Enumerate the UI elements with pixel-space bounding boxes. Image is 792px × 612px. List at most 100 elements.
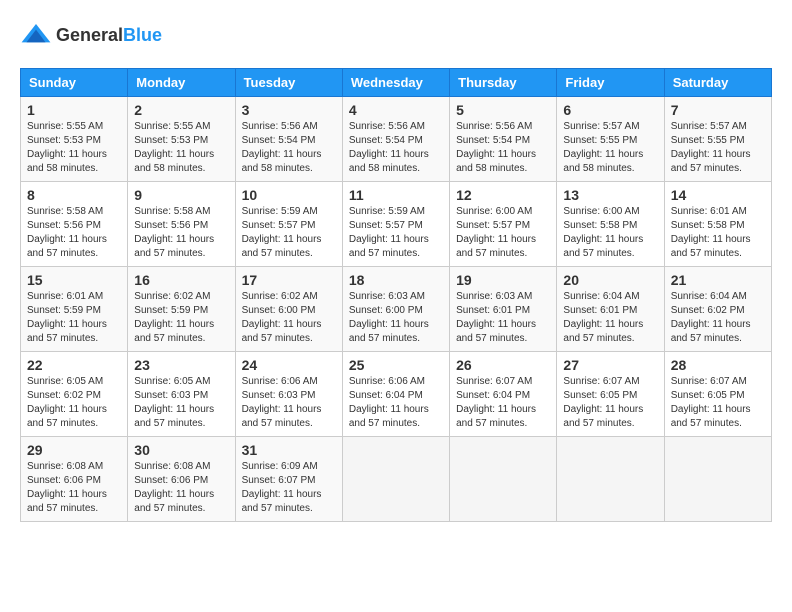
sunrise-label: Sunrise: 5:55 AM	[134, 121, 210, 132]
calendar-day-cell: 25 Sunrise: 6:06 AM Sunset: 6:04 PM Dayl…	[342, 352, 449, 437]
day-number: 21	[671, 272, 765, 288]
sunrise-label: Sunrise: 6:01 AM	[27, 291, 103, 302]
sunrise-label: Sunrise: 6:02 AM	[134, 291, 210, 302]
sunset-label: Sunset: 6:05 PM	[563, 390, 637, 401]
sunset-label: Sunset: 6:01 PM	[456, 305, 530, 316]
calendar-day-cell: 29 Sunrise: 6:08 AM Sunset: 6:06 PM Dayl…	[21, 437, 128, 522]
day-of-week-header: Thursday	[450, 69, 557, 97]
daylight-label: Daylight: 11 hours	[349, 404, 429, 415]
calendar-day-cell: 26 Sunrise: 6:07 AM Sunset: 6:04 PM Dayl…	[450, 352, 557, 437]
calendar-week-row: 29 Sunrise: 6:08 AM Sunset: 6:06 PM Dayl…	[21, 437, 772, 522]
calendar-day-cell: 21 Sunrise: 6:04 AM Sunset: 6:02 PM Dayl…	[664, 267, 771, 352]
calendar-day-cell: 10 Sunrise: 5:59 AM Sunset: 5:57 PM Dayl…	[235, 182, 342, 267]
daylight-label: Daylight: 11 hours	[456, 319, 536, 330]
day-number: 5	[456, 102, 550, 118]
day-info: Sunrise: 6:06 AM Sunset: 6:03 PM Dayligh…	[242, 375, 336, 431]
sunrise-label: Sunrise: 5:57 AM	[671, 121, 747, 132]
daylight-minutes: and 58 minutes.	[242, 163, 313, 174]
daylight-minutes: and 57 minutes.	[563, 418, 634, 429]
day-number: 10	[242, 187, 336, 203]
daylight-minutes: and 57 minutes.	[27, 503, 98, 514]
daylight-label: Daylight: 11 hours	[134, 489, 214, 500]
sunrise-label: Sunrise: 6:04 AM	[671, 291, 747, 302]
calendar-header-row: SundayMondayTuesdayWednesdayThursdayFrid…	[21, 69, 772, 97]
day-info: Sunrise: 6:03 AM Sunset: 6:00 PM Dayligh…	[349, 290, 443, 346]
calendar-day-cell: 24 Sunrise: 6:06 AM Sunset: 6:03 PM Dayl…	[235, 352, 342, 437]
daylight-minutes: and 57 minutes.	[671, 163, 742, 174]
sunset-label: Sunset: 5:53 PM	[27, 135, 101, 146]
day-of-week-header: Monday	[128, 69, 235, 97]
sunset-label: Sunset: 6:00 PM	[242, 305, 316, 316]
sunset-label: Sunset: 6:07 PM	[242, 475, 316, 486]
logo-text: GeneralBlue	[56, 26, 162, 46]
day-info: Sunrise: 6:07 AM Sunset: 6:05 PM Dayligh…	[671, 375, 765, 431]
day-number: 6	[563, 102, 657, 118]
calendar-day-cell: 2 Sunrise: 5:55 AM Sunset: 5:53 PM Dayli…	[128, 97, 235, 182]
sunrise-label: Sunrise: 6:05 AM	[27, 376, 103, 387]
sunset-label: Sunset: 5:58 PM	[671, 220, 745, 231]
daylight-minutes: and 57 minutes.	[242, 503, 313, 514]
sunrise-label: Sunrise: 5:59 AM	[242, 206, 318, 217]
daylight-minutes: and 57 minutes.	[27, 418, 98, 429]
daylight-label: Daylight: 11 hours	[671, 319, 751, 330]
daylight-minutes: and 57 minutes.	[134, 248, 205, 259]
sunrise-label: Sunrise: 6:08 AM	[27, 461, 103, 472]
daylight-minutes: and 57 minutes.	[242, 418, 313, 429]
day-of-week-header: Tuesday	[235, 69, 342, 97]
daylight-label: Daylight: 11 hours	[563, 404, 643, 415]
daylight-minutes: and 57 minutes.	[27, 248, 98, 259]
day-info: Sunrise: 5:56 AM Sunset: 5:54 PM Dayligh…	[456, 120, 550, 176]
day-number: 22	[27, 357, 121, 373]
day-info: Sunrise: 6:04 AM Sunset: 6:02 PM Dayligh…	[671, 290, 765, 346]
calendar-day-cell: 5 Sunrise: 5:56 AM Sunset: 5:54 PM Dayli…	[450, 97, 557, 182]
daylight-label: Daylight: 11 hours	[671, 404, 751, 415]
calendar-day-cell: 3 Sunrise: 5:56 AM Sunset: 5:54 PM Dayli…	[235, 97, 342, 182]
calendar-day-cell: 4 Sunrise: 5:56 AM Sunset: 5:54 PM Dayli…	[342, 97, 449, 182]
day-info: Sunrise: 6:05 AM Sunset: 6:02 PM Dayligh…	[27, 375, 121, 431]
sunset-label: Sunset: 5:56 PM	[27, 220, 101, 231]
day-info: Sunrise: 5:55 AM Sunset: 5:53 PM Dayligh…	[134, 120, 228, 176]
daylight-label: Daylight: 11 hours	[349, 149, 429, 160]
calendar-day-cell: 11 Sunrise: 5:59 AM Sunset: 5:57 PM Dayl…	[342, 182, 449, 267]
sunset-label: Sunset: 5:55 PM	[671, 135, 745, 146]
sunrise-label: Sunrise: 6:08 AM	[134, 461, 210, 472]
day-info: Sunrise: 5:56 AM Sunset: 5:54 PM Dayligh…	[349, 120, 443, 176]
day-info: Sunrise: 5:58 AM Sunset: 5:56 PM Dayligh…	[134, 205, 228, 261]
calendar-day-cell: 6 Sunrise: 5:57 AM Sunset: 5:55 PM Dayli…	[557, 97, 664, 182]
sunset-label: Sunset: 6:01 PM	[563, 305, 637, 316]
calendar-day-cell: 17 Sunrise: 6:02 AM Sunset: 6:00 PM Dayl…	[235, 267, 342, 352]
sunrise-label: Sunrise: 6:06 AM	[242, 376, 318, 387]
calendar-day-cell: 31 Sunrise: 6:09 AM Sunset: 6:07 PM Dayl…	[235, 437, 342, 522]
sunset-label: Sunset: 6:06 PM	[134, 475, 208, 486]
daylight-label: Daylight: 11 hours	[563, 319, 643, 330]
daylight-minutes: and 57 minutes.	[27, 333, 98, 344]
sunset-label: Sunset: 5:57 PM	[349, 220, 423, 231]
calendar-day-cell	[664, 437, 771, 522]
sunset-label: Sunset: 5:54 PM	[456, 135, 530, 146]
day-info: Sunrise: 5:59 AM Sunset: 5:57 PM Dayligh…	[349, 205, 443, 261]
sunset-label: Sunset: 6:03 PM	[242, 390, 316, 401]
calendar-day-cell: 27 Sunrise: 6:07 AM Sunset: 6:05 PM Dayl…	[557, 352, 664, 437]
day-info: Sunrise: 6:01 AM Sunset: 5:58 PM Dayligh…	[671, 205, 765, 261]
daylight-label: Daylight: 11 hours	[349, 234, 429, 245]
day-info: Sunrise: 5:56 AM Sunset: 5:54 PM Dayligh…	[242, 120, 336, 176]
calendar-table: SundayMondayTuesdayWednesdayThursdayFrid…	[20, 68, 772, 522]
daylight-label: Daylight: 11 hours	[134, 149, 214, 160]
sunrise-label: Sunrise: 6:07 AM	[456, 376, 532, 387]
daylight-label: Daylight: 11 hours	[242, 404, 322, 415]
day-number: 16	[134, 272, 228, 288]
sunrise-label: Sunrise: 6:03 AM	[349, 291, 425, 302]
day-of-week-header: Saturday	[664, 69, 771, 97]
sunrise-label: Sunrise: 5:56 AM	[349, 121, 425, 132]
daylight-minutes: and 57 minutes.	[456, 418, 527, 429]
day-number: 13	[563, 187, 657, 203]
day-number: 29	[27, 442, 121, 458]
day-info: Sunrise: 6:07 AM Sunset: 6:05 PM Dayligh…	[563, 375, 657, 431]
calendar-day-cell: 12 Sunrise: 6:00 AM Sunset: 5:57 PM Dayl…	[450, 182, 557, 267]
page-header: GeneralBlue	[20, 20, 772, 52]
daylight-minutes: and 57 minutes.	[456, 248, 527, 259]
calendar-day-cell: 13 Sunrise: 6:00 AM Sunset: 5:58 PM Dayl…	[557, 182, 664, 267]
daylight-label: Daylight: 11 hours	[563, 234, 643, 245]
day-number: 19	[456, 272, 550, 288]
sunset-label: Sunset: 6:04 PM	[349, 390, 423, 401]
